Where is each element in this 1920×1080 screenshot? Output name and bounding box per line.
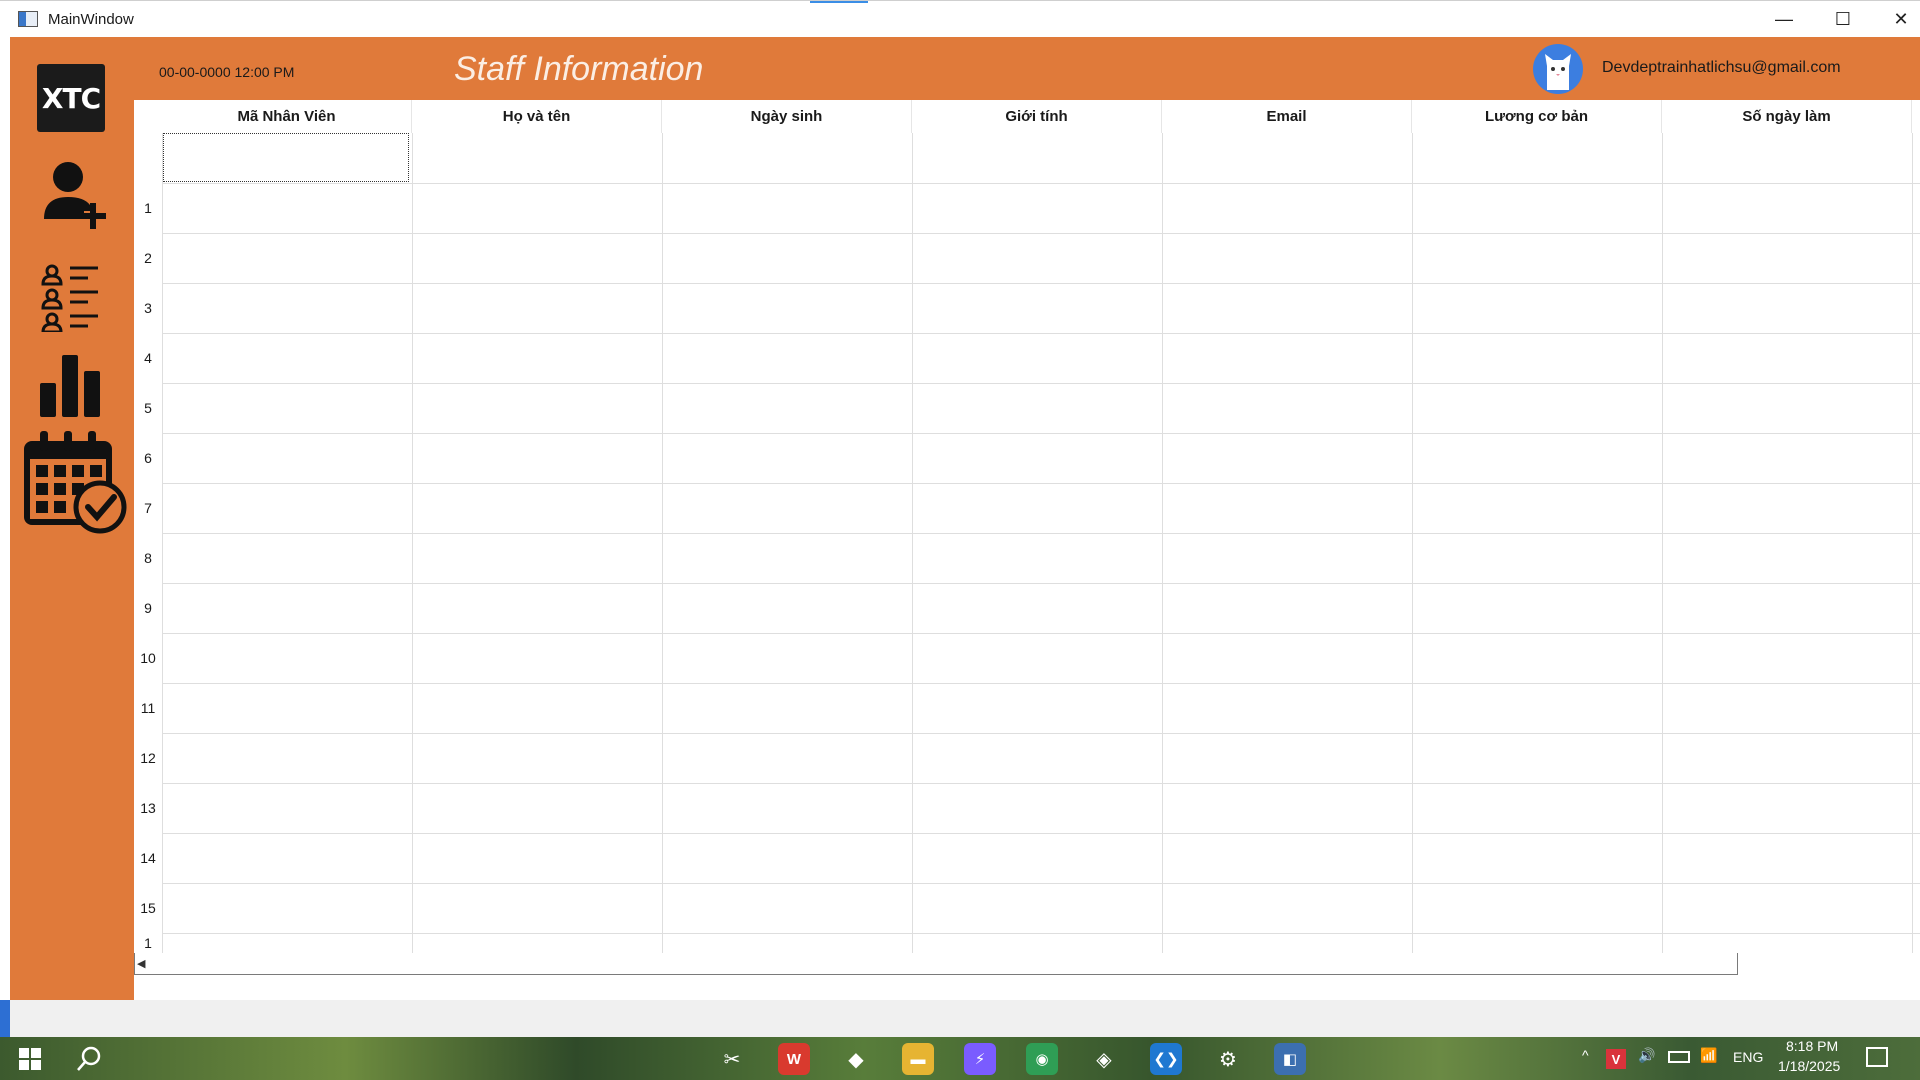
row-header[interactable]: 7 [134, 483, 162, 533]
row-header[interactable]: 11 [134, 683, 162, 733]
page-title: Staff Information [454, 50, 704, 88]
wifi-icon[interactable]: 📶 [1700, 1047, 1717, 1064]
vivaldi-tray-icon[interactable]: V [1606, 1049, 1626, 1069]
row-header[interactable]: 1 [134, 183, 162, 233]
window-edge-accent [0, 1000, 10, 1037]
row-header[interactable]: 12 [134, 733, 162, 783]
notification-icon[interactable] [1866, 1047, 1888, 1067]
table-row[interactable] [162, 533, 1920, 534]
header-bar: 00-00-0000 12:00 PM Staff Information De… [134, 37, 1920, 100]
column-header[interactable]: Giới tính [912, 100, 1162, 133]
table-row[interactable] [162, 233, 1920, 234]
table-row[interactable] [162, 333, 1920, 334]
column-header[interactable]: Mã Nhân Viên [162, 100, 412, 133]
table-row[interactable] [162, 733, 1920, 734]
staff-list-icon[interactable] [40, 262, 110, 334]
column-divider [412, 133, 413, 953]
table-row[interactable] [162, 933, 1920, 934]
vscode-icon[interactable]: ❮❯ [1150, 1043, 1182, 1075]
windows-start-icon[interactable] [14, 1043, 46, 1075]
row-header[interactable]: 1 [134, 933, 162, 953]
table-row[interactable] [162, 833, 1920, 834]
calendar-check-icon[interactable] [20, 427, 130, 537]
table-row[interactable] [162, 183, 1920, 184]
window-titlebar: MainWindow — ☐ ✕ [0, 0, 1920, 37]
file-explorer-icon[interactable]: ▬ [902, 1043, 934, 1075]
scroll-left-icon[interactable]: ◀ [137, 957, 145, 970]
row-header[interactable]: 9 [134, 583, 162, 633]
tray-time[interactable]: 8:18 PM [1786, 1038, 1838, 1054]
taskbar: ✂ W ◆ ▬ ⚡ ◉ ◈ ❮❯ ⚙ ◧ ^ V 🔊 📶 ENG 8:18 PM 1/18/202… [0, 1037, 1920, 1080]
column-header[interactable]: Email [1162, 100, 1412, 133]
focused-cell[interactable] [163, 133, 409, 182]
row-header[interactable]: 13 [134, 783, 162, 833]
app-logo: XTC [37, 64, 105, 132]
table-row[interactable] [162, 583, 1920, 584]
row-header[interactable]: 15 [134, 883, 162, 933]
add-user-icon[interactable] [40, 161, 110, 233]
table-row[interactable] [162, 283, 1920, 284]
user-email: Devdeptrainhatlichsu@gmail.com [1602, 59, 1841, 76]
staff-table[interactable]: Mã Nhân Viên Họ và tên Ngày sinh Giới tính E… [134, 100, 1920, 1000]
window-title: MainWindow [48, 10, 134, 28]
search-icon[interactable] [73, 1043, 105, 1075]
table-row[interactable] [162, 383, 1920, 384]
snipping-tool-icon[interactable]: ✂ [716, 1043, 748, 1075]
row-header[interactable]: 4 [134, 333, 162, 383]
row-header[interactable]: 14 [134, 833, 162, 883]
volume-icon[interactable]: 🔊 [1638, 1047, 1655, 1064]
table-row[interactable] [162, 483, 1920, 484]
tray-chevron-icon[interactable]: ^ [1582, 1047, 1589, 1063]
column-header[interactable]: Số ngày làm [1662, 100, 1912, 133]
tray-date[interactable]: 1/18/2025 [1778, 1058, 1840, 1074]
status-strip [0, 1000, 1920, 1037]
row-header[interactable] [134, 133, 162, 183]
column-header[interactable]: Ngày sinh [662, 100, 912, 133]
column-header[interactable]: Lương cơ bản [1412, 100, 1662, 133]
column-divider [162, 133, 163, 953]
maximize-button[interactable]: ☐ [1814, 1, 1872, 38]
roblox-icon[interactable]: ◈ [1088, 1043, 1120, 1075]
wps-office-icon[interactable]: W [778, 1043, 810, 1075]
table-row[interactable] [162, 633, 1920, 634]
table-row[interactable] [162, 883, 1920, 884]
column-header[interactable]: Họ và tên [412, 100, 662, 133]
settings-icon[interactable]: ⚙ [1212, 1043, 1244, 1075]
datetime-label: 00-00-0000 12:00 PM [159, 64, 295, 80]
row-header[interactable]: 3 [134, 283, 162, 333]
table-row[interactable] [162, 433, 1920, 434]
row-header[interactable]: 5 [134, 383, 162, 433]
messenger-icon[interactable]: ⚡ [964, 1043, 996, 1075]
minimize-button[interactable]: — [1755, 1, 1813, 38]
sidebar: XTC [10, 37, 134, 1000]
column-divider [1162, 133, 1163, 953]
horizontal-scrollbar[interactable]: ◀ [134, 953, 1738, 975]
row-header[interactable]: 8 [134, 533, 162, 583]
statistics-icon[interactable] [38, 355, 104, 417]
chrome-icon[interactable]: ◉ [1026, 1043, 1058, 1075]
row-header[interactable]: 2 [134, 233, 162, 283]
column-divider [1412, 133, 1413, 953]
table-row[interactable] [162, 683, 1920, 684]
row-header[interactable]: 6 [134, 433, 162, 483]
python-icon[interactable]: ◧ [1274, 1043, 1306, 1075]
column-divider [1912, 133, 1913, 953]
titlebar-accent [810, 1, 868, 3]
avatar[interactable] [1533, 44, 1583, 94]
copilot-icon[interactable]: ◆ [840, 1043, 872, 1075]
column-divider [662, 133, 663, 953]
table-row[interactable] [162, 783, 1920, 784]
row-header[interactable]: 10 [134, 633, 162, 683]
column-divider [1662, 133, 1663, 953]
app-window-icon [18, 11, 38, 27]
column-divider [912, 133, 913, 953]
battery-icon[interactable] [1668, 1051, 1690, 1063]
close-button[interactable]: ✕ [1872, 1, 1920, 38]
language-indicator[interactable]: ENG [1733, 1049, 1763, 1065]
